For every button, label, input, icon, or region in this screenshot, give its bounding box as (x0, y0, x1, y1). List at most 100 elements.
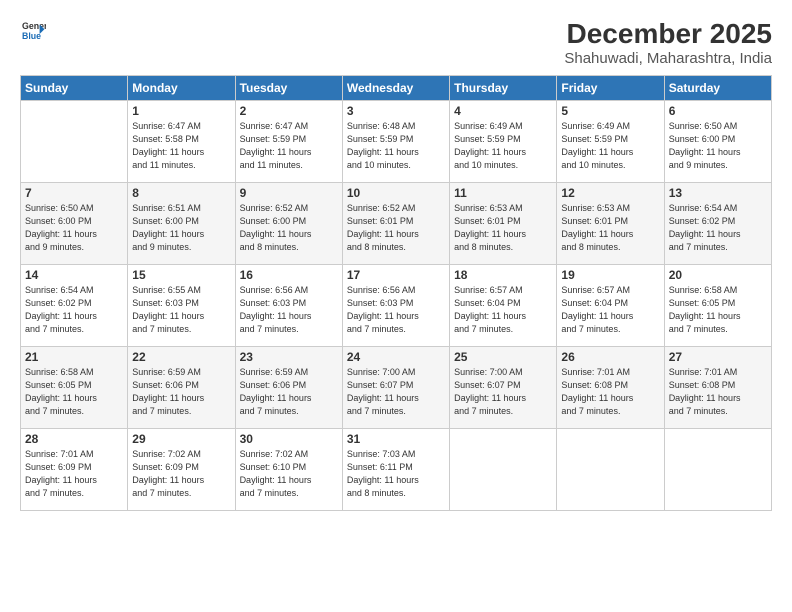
day-info: Sunrise: 6:52 AMSunset: 6:00 PMDaylight:… (240, 202, 338, 254)
day-info: Sunrise: 6:59 AMSunset: 6:06 PMDaylight:… (240, 366, 338, 418)
day-number: 2 (240, 104, 338, 118)
day-info: Sunrise: 6:50 AMSunset: 6:00 PMDaylight:… (669, 120, 767, 172)
calendar-cell: 1Sunrise: 6:47 AMSunset: 5:58 PMDaylight… (128, 101, 235, 183)
logo: General Blue (20, 18, 46, 42)
day-info: Sunrise: 6:53 AMSunset: 6:01 PMDaylight:… (454, 202, 552, 254)
day-number: 6 (669, 104, 767, 118)
weekday-header-row: SundayMondayTuesdayWednesdayThursdayFrid… (21, 76, 772, 101)
calendar-cell (557, 429, 664, 511)
day-number: 24 (347, 350, 445, 364)
calendar-week-row: 21 Sunrise: 6:58 AMSunset: 6:05 PMDayligh… (21, 347, 772, 429)
day-number: 30 (240, 432, 338, 446)
calendar-cell: 22 Sunrise: 6:59 AMSunset: 6:06 PMDayligh… (128, 347, 235, 429)
day-info: Sunrise: 7:00 AMSunset: 6:07 PMDaylight:… (454, 366, 552, 418)
day-info: Sunrise: 7:02 AMSunset: 6:10 PMDaylight:… (240, 448, 338, 500)
calendar-cell: 8Sunrise: 6:51 AMSunset: 6:00 PMDaylight… (128, 183, 235, 265)
day-number: 22 (132, 350, 230, 364)
day-info: Sunrise: 6:57 AMSunset: 6:04 PMDaylight:… (454, 284, 552, 336)
calendar-cell: 23Sunrise: 6:59 AMSunset: 6:06 PMDayligh… (235, 347, 342, 429)
day-info: Sunrise: 6:59 AMSunset: 6:06 PMDaylight:… (132, 366, 230, 418)
day-number: 27 (669, 350, 767, 364)
calendar-cell: 7 Sunrise: 6:50 AMSunset: 6:00 PMDaylight… (21, 183, 128, 265)
calendar-cell: 4 Sunrise: 6:49 AMSunset: 5:59 PMDaylight… (450, 101, 557, 183)
calendar-cell: 21 Sunrise: 6:58 AMSunset: 6:05 PMDayligh… (21, 347, 128, 429)
day-number: 5 (561, 104, 659, 118)
day-info: Sunrise: 6:54 AMSunset: 6:02 PMDaylight:… (25, 284, 123, 336)
weekday-header-friday: Friday (557, 76, 664, 101)
day-info: Sunrise: 7:01 AMSunset: 6:08 PMDaylight:… (561, 366, 659, 418)
day-info: Sunrise: 6:56 AMSunset: 6:03 PMDaylight:… (240, 284, 338, 336)
day-info: Sunrise: 6:56 AMSunset: 6:03 PMDaylight:… (347, 284, 445, 336)
svg-text:Blue: Blue (22, 31, 41, 41)
calendar-cell: 11 Sunrise: 6:53 AMSunset: 6:01 PMDayligh… (450, 183, 557, 265)
day-info: Sunrise: 6:58 AMSunset: 6:05 PMDaylight:… (669, 284, 767, 336)
weekday-header-wednesday: Wednesday (342, 76, 449, 101)
calendar-cell (450, 429, 557, 511)
day-info: Sunrise: 6:55 AMSunset: 6:03 PMDaylight:… (132, 284, 230, 336)
day-number: 26 (561, 350, 659, 364)
calendar-cell: 6 Sunrise: 6:50 AMSunset: 6:00 PMDaylight… (664, 101, 771, 183)
day-info: Sunrise: 6:54 AMSunset: 6:02 PMDaylight:… (669, 202, 767, 254)
calendar-cell: 10Sunrise: 6:52 AMSunset: 6:01 PMDayligh… (342, 183, 449, 265)
day-info: Sunrise: 6:47 AMSunset: 5:58 PMDaylight:… (132, 120, 230, 172)
day-info: Sunrise: 7:00 AMSunset: 6:07 PMDaylight:… (347, 366, 445, 418)
day-number: 7 (25, 186, 123, 200)
day-number: 28 (25, 432, 123, 446)
day-number: 20 (669, 268, 767, 282)
calendar-cell: 5Sunrise: 6:49 AMSunset: 5:59 PMDaylight… (557, 101, 664, 183)
day-info: Sunrise: 6:50 AMSunset: 6:00 PMDaylight:… (25, 202, 123, 254)
calendar-week-row: 14 Sunrise: 6:54 AMSunset: 6:02 PMDayligh… (21, 265, 772, 347)
day-info: Sunrise: 7:01 AMSunset: 6:09 PMDaylight:… (25, 448, 123, 500)
month-title: December 2025 (564, 18, 772, 50)
calendar-cell (664, 429, 771, 511)
day-number: 25 (454, 350, 552, 364)
day-number: 21 (25, 350, 123, 364)
day-info: Sunrise: 6:49 AMSunset: 5:59 PMDaylight:… (454, 120, 552, 172)
day-number: 18 (454, 268, 552, 282)
calendar-cell: 3 Sunrise: 6:48 AMSunset: 5:59 PMDaylight… (342, 101, 449, 183)
day-number: 19 (561, 268, 659, 282)
logo-icon: General Blue (22, 18, 46, 42)
calendar-cell: 27 Sunrise: 7:01 AMSunset: 6:08 PMDayligh… (664, 347, 771, 429)
day-number: 4 (454, 104, 552, 118)
calendar-cell: 24 Sunrise: 7:00 AMSunset: 6:07 PMDayligh… (342, 347, 449, 429)
day-number: 12 (561, 186, 659, 200)
calendar-cell: 12Sunrise: 6:53 AMSunset: 6:01 PMDayligh… (557, 183, 664, 265)
day-number: 29 (132, 432, 230, 446)
day-info: Sunrise: 6:51 AMSunset: 6:00 PMDaylight:… (132, 202, 230, 254)
calendar-cell: 16 Sunrise: 6:56 AMSunset: 6:03 PMDayligh… (235, 265, 342, 347)
calendar-table: SundayMondayTuesdayWednesdayThursdayFrid… (20, 75, 772, 511)
day-number: 16 (240, 268, 338, 282)
day-number: 13 (669, 186, 767, 200)
day-info: Sunrise: 6:57 AMSunset: 6:04 PMDaylight:… (561, 284, 659, 336)
day-number: 9 (240, 186, 338, 200)
calendar-cell: 20 Sunrise: 6:58 AMSunset: 6:05 PMDayligh… (664, 265, 771, 347)
calendar-week-row: 7 Sunrise: 6:50 AMSunset: 6:00 PMDaylight… (21, 183, 772, 265)
calendar-cell: 13 Sunrise: 6:54 AMSunset: 6:02 PMDayligh… (664, 183, 771, 265)
calendar-cell: 19 Sunrise: 6:57 AMSunset: 6:04 PMDayligh… (557, 265, 664, 347)
day-number: 3 (347, 104, 445, 118)
day-info: Sunrise: 7:03 AMSunset: 6:11 PMDaylight:… (347, 448, 445, 500)
day-info: Sunrise: 7:01 AMSunset: 6:08 PMDaylight:… (669, 366, 767, 418)
calendar-cell: 18 Sunrise: 6:57 AMSunset: 6:04 PMDayligh… (450, 265, 557, 347)
weekday-header-thursday: Thursday (450, 76, 557, 101)
calendar-cell: 25 Sunrise: 7:00 AMSunset: 6:07 PMDayligh… (450, 347, 557, 429)
day-number: 17 (347, 268, 445, 282)
weekday-header-tuesday: Tuesday (235, 76, 342, 101)
day-number: 10 (347, 186, 445, 200)
title-block: December 2025 Shahuwadi, Maharashtra, In… (564, 18, 772, 67)
location-title: Shahuwadi, Maharashtra, India (564, 50, 772, 67)
calendar-cell (21, 101, 128, 183)
calendar-cell: 28 Sunrise: 7:01 AMSunset: 6:09 PMDayligh… (21, 429, 128, 511)
calendar-cell: 31 Sunrise: 7:03 AMSunset: 6:11 PMDayligh… (342, 429, 449, 511)
calendar-cell: 26 Sunrise: 7:01 AMSunset: 6:08 PMDayligh… (557, 347, 664, 429)
weekday-header-saturday: Saturday (664, 76, 771, 101)
day-number: 11 (454, 186, 552, 200)
day-number: 31 (347, 432, 445, 446)
day-info: Sunrise: 6:48 AMSunset: 5:59 PMDaylight:… (347, 120, 445, 172)
calendar-cell: 9 Sunrise: 6:52 AMSunset: 6:00 PMDaylight… (235, 183, 342, 265)
day-number: 14 (25, 268, 123, 282)
day-info: Sunrise: 7:02 AMSunset: 6:09 PMDaylight:… (132, 448, 230, 500)
calendar-cell: 17 Sunrise: 6:56 AMSunset: 6:03 PMDayligh… (342, 265, 449, 347)
day-info: Sunrise: 6:58 AMSunset: 6:05 PMDaylight:… (25, 366, 123, 418)
